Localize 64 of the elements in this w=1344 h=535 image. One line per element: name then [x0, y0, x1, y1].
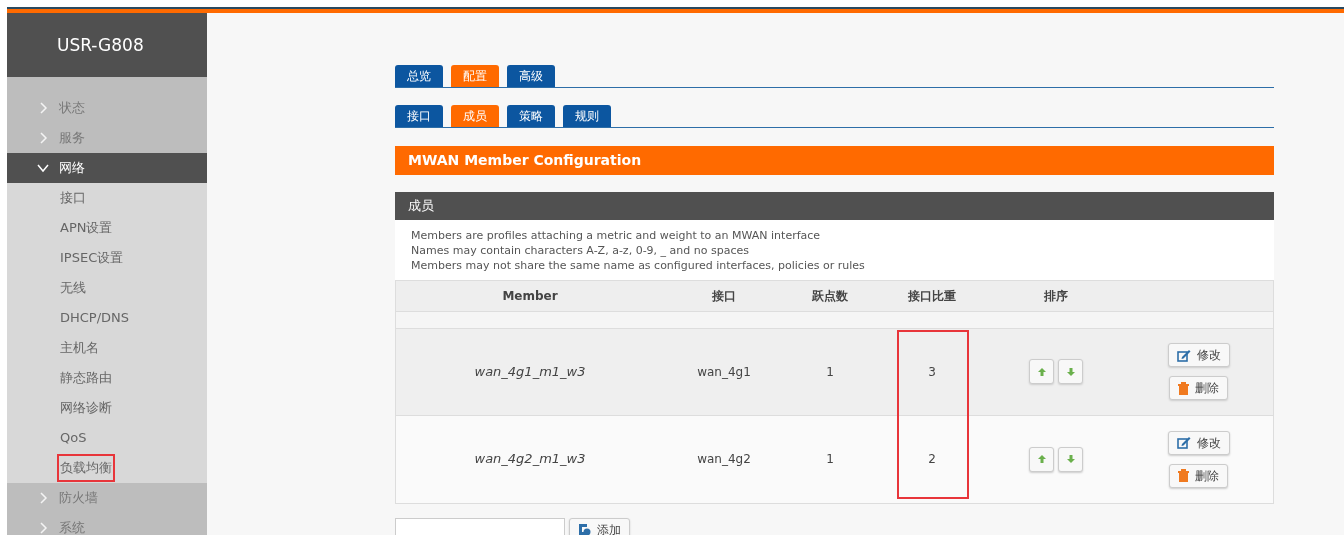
sidebar-subitem[interactable]: 静态路由	[57, 364, 115, 392]
trash-icon	[1178, 469, 1189, 482]
section-header: 成员	[395, 192, 1274, 220]
sidebar-subitem[interactable]: 主机名	[57, 334, 102, 362]
description-text: Names may contain characters A-Z, a-z, 0-9, _ and no spaces	[411, 242, 750, 258]
edit-icon	[1176, 348, 1191, 362]
description-text: Members are profiles attaching a metric and weight to an MWAN interface	[411, 227, 822, 243]
move-up-button[interactable]	[1029, 359, 1054, 384]
chevron-down-icon	[37, 162, 49, 174]
add-icon	[578, 523, 591, 535]
sidebar-subitem[interactable]: 网络诊断	[57, 394, 115, 422]
sidebar-item[interactable]: 服务	[7, 123, 207, 153]
tab[interactable]: 总览	[395, 65, 443, 87]
table-cell: wan_4g2	[697, 452, 751, 466]
arrow-down-icon	[1066, 367, 1075, 376]
table-cell: 2	[928, 452, 936, 466]
arrow-down-icon	[1066, 455, 1075, 463]
move-down-button[interactable]	[1058, 446, 1083, 472]
page-title: MWAN Member Configuration	[395, 146, 1274, 175]
chevron-right-icon	[37, 102, 49, 114]
description-text: Members may not share the same name as configured interfaces, policies or rules	[411, 257, 866, 273]
tab[interactable]: 规则	[563, 105, 611, 127]
sidebar-subitem[interactable]: 无线	[57, 274, 89, 302]
chevron-right-icon	[37, 522, 49, 534]
sidebar-subitem[interactable]: APN设置	[57, 214, 116, 242]
table-cell: wan_4g1	[697, 364, 751, 379]
tab[interactable]: 高级	[507, 65, 555, 87]
tab[interactable]: 策略	[507, 105, 555, 127]
table-cell: 3	[928, 364, 936, 379]
delete-button[interactable]: 删除	[1169, 376, 1228, 400]
edit-icon	[1176, 436, 1191, 449]
sidebar-item[interactable]: 网络	[7, 153, 207, 183]
chevron-right-icon	[37, 492, 49, 504]
table-cell: 1	[826, 364, 834, 379]
edit-button[interactable]: 修改	[1167, 430, 1230, 455]
sidebar-subitem[interactable]: QoS	[57, 424, 90, 452]
edit-button[interactable]: 修改	[1167, 343, 1230, 367]
arrow-up-icon	[1037, 367, 1046, 376]
table-cell: wan_4g1_m1_w3	[474, 363, 586, 379]
tab[interactable]: 配置	[451, 65, 499, 87]
move-up-button[interactable]	[1029, 446, 1054, 472]
chevron-right-icon	[37, 132, 49, 144]
sidebar-item[interactable]: 防火墙	[7, 483, 207, 513]
delete-button[interactable]: 删除	[1169, 463, 1228, 488]
column-header: Member	[501, 287, 559, 305]
tab[interactable]: 接口	[395, 105, 443, 127]
sidebar-subitem[interactable]: 负载均衡	[57, 454, 115, 482]
table-cell: 1	[826, 452, 834, 466]
brand-title: USR-G808	[57, 35, 144, 55]
trash-icon	[1178, 381, 1189, 395]
column-header: 接口	[711, 287, 737, 305]
sidebar-item[interactable]: 系统	[7, 513, 207, 535]
sidebar-subitem[interactable]: DHCP/DNS	[57, 304, 133, 332]
arrow-up-icon	[1037, 455, 1046, 463]
tab[interactable]: 成员	[451, 105, 499, 127]
column-header: 接口比重	[907, 287, 957, 305]
sidebar-subitem[interactable]: IPSEC设置	[57, 244, 127, 272]
column-header: 排序	[1043, 287, 1069, 305]
sidebar-subitem[interactable]: 接口	[57, 184, 89, 212]
sidebar-item[interactable]: 状态	[7, 93, 207, 123]
column-header: 跃点数	[811, 287, 849, 305]
move-down-button[interactable]	[1058, 359, 1083, 384]
add-button[interactable]: 添加	[569, 517, 630, 535]
table-cell: wan_4g2_m1_w3	[474, 451, 586, 467]
